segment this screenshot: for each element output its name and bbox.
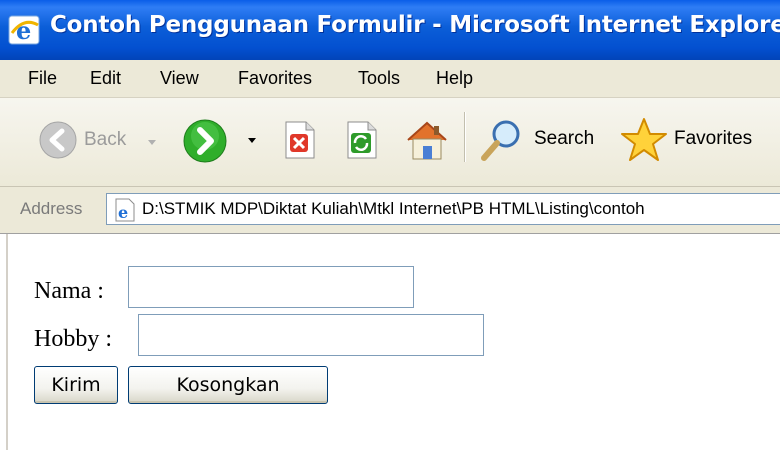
favorites-button[interactable]: Favorites [618,116,778,164]
svg-text:e: e [16,16,31,45]
back-button[interactable]: Back [38,120,158,162]
forward-button[interactable] [182,118,262,164]
address-bar: Address e D:\STMIK MDP\Diktat Kuliah\Mtk… [0,187,780,234]
toolbar-separator [464,112,466,162]
search-button[interactable]: Search [478,116,604,164]
favorites-star-icon [621,118,667,161]
ie-icon: e [8,15,40,45]
nama-input[interactable] [128,266,414,308]
stop-button[interactable] [282,120,322,162]
forward-dropdown-arrow[interactable] [248,138,256,143]
menu-help[interactable]: Help [436,66,473,91]
home-button[interactable] [404,118,450,164]
svg-text:e: e [118,203,128,222]
refresh-button[interactable] [344,120,384,162]
menu-view[interactable]: View [160,66,199,91]
address-label: Address [20,199,83,218]
forward-icon [183,119,227,163]
menu-favorites[interactable]: Favorites [238,66,312,91]
reset-button[interactable]: Kosongkan [128,366,328,404]
window-title-bar[interactable]: e Contoh Penggunaan Formulir - Microsoft… [0,0,780,60]
back-icon [39,121,77,159]
address-input-text[interactable]: D:\STMIK MDP\Diktat Kuliah\Mtkl Internet… [142,199,645,219]
hobby-input[interactable] [138,314,484,356]
back-label: Back [84,129,127,150]
stop-icon [285,121,315,159]
standard-toolbar: Back Search Favorites [0,98,780,187]
nama-label: Nama : [34,278,104,304]
menu-tools[interactable]: Tools [358,66,400,91]
search-label: Search [534,128,595,149]
page-content: Nama : Hobby : Kirim Kosongkan [0,234,780,450]
back-dropdown-arrow[interactable] [148,140,156,145]
window-title: Contoh Penggunaan Formulir - Microsoft I… [50,12,780,38]
ie-page-icon: e [115,198,135,222]
content-border [6,234,8,450]
search-icon [481,120,520,161]
menu-bar: File Edit View Favorites Tools Help [0,60,780,98]
menu-edit[interactable]: Edit [90,66,121,91]
hobby-label: Hobby : [34,326,112,352]
address-field[interactable]: e D:\STMIK MDP\Diktat Kuliah\Mtkl Intern… [106,193,780,225]
favorites-label: Favorites [674,128,753,149]
menu-file[interactable]: File [28,66,57,91]
submit-button[interactable]: Kirim [34,366,118,404]
refresh-icon [347,121,377,159]
home-icon [407,121,447,160]
